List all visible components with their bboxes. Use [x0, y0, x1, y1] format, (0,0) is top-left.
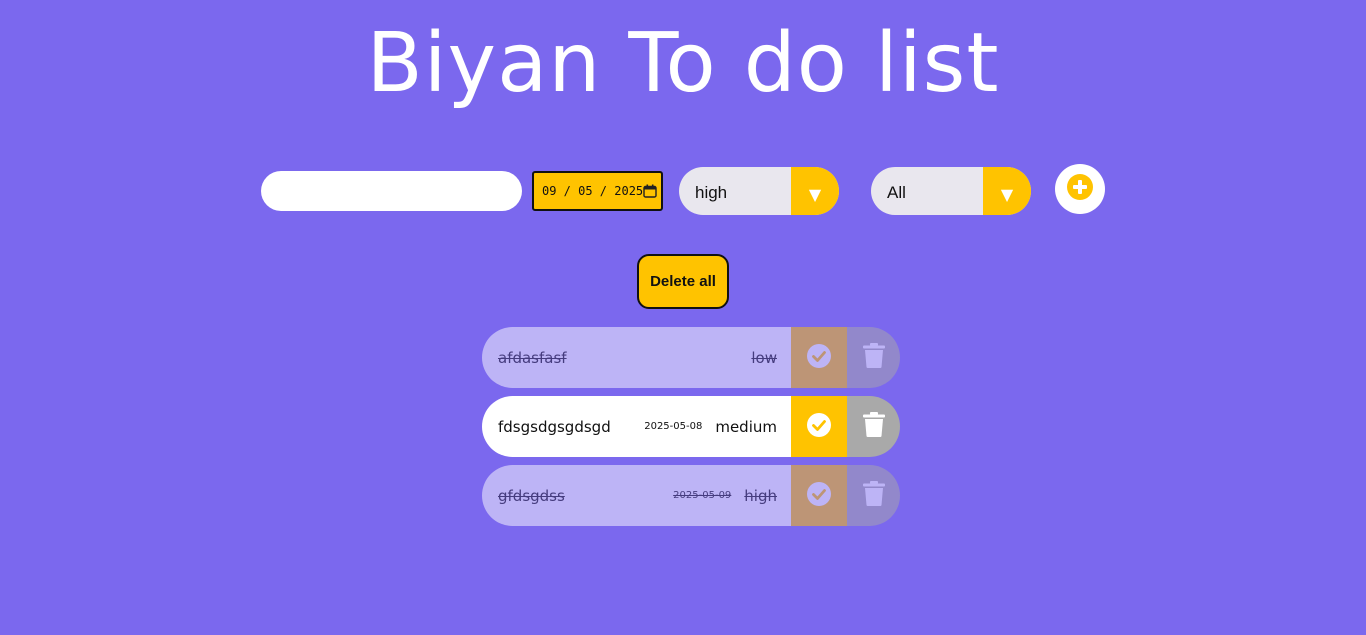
todo-input[interactable] [261, 171, 522, 211]
trash-icon [862, 412, 885, 441]
complete-button[interactable] [791, 465, 847, 526]
date-value: 09 / 05 / 2025 [542, 184, 644, 198]
delete-button[interactable] [847, 396, 900, 457]
trash-icon [862, 343, 885, 372]
todo-date: 2025-05-09 [673, 490, 732, 501]
todo-priority: low [751, 348, 777, 367]
todo-text: fdsgsdgsgdsgd [498, 417, 611, 436]
todo-item: gfdsgdss 2025-05-09 high [482, 465, 900, 526]
todo-date: 2025-05-08 [644, 421, 703, 432]
todo-item: fdsgsdgsgdsgd 2025-05-08 medium [482, 396, 900, 457]
check-circle-icon [807, 412, 831, 441]
check-circle-icon [807, 343, 831, 372]
delete-button[interactable] [847, 327, 900, 388]
complete-button[interactable] [791, 327, 847, 388]
todo-item: afdasfasf low [482, 327, 900, 388]
chevron-down-icon[interactable]: ▼ [983, 167, 1031, 215]
chevron-down-icon[interactable]: ▼ [791, 167, 839, 215]
add-todo-button[interactable] [1055, 164, 1105, 214]
todo-priority: high [744, 486, 777, 505]
todo-text: gfdsgdss [498, 486, 565, 505]
date-input[interactable]: 09 / 05 / 2025 [532, 171, 663, 211]
todo-text: afdasfasf [498, 348, 567, 367]
todo-body: gfdsgdss 2025-05-09 high [482, 465, 791, 526]
priority-select[interactable]: high ▼ [679, 167, 839, 215]
filter-select[interactable]: All ▼ [871, 167, 1031, 215]
plus-circle-icon [1067, 174, 1093, 204]
todo-body: afdasfasf low [482, 327, 791, 388]
calendar-icon[interactable] [643, 184, 657, 198]
complete-button[interactable] [791, 396, 847, 457]
delete-all-button[interactable]: Delete all [637, 254, 729, 309]
todo-body: fdsgsdgsgdsgd 2025-05-08 medium [482, 396, 791, 457]
todo-priority: medium [715, 417, 777, 436]
page-title: Biyan To do list [366, 16, 1000, 111]
priority-select-value: high [695, 183, 728, 202]
delete-button[interactable] [847, 465, 900, 526]
check-circle-icon [807, 481, 831, 510]
trash-icon [862, 481, 885, 510]
filter-select-value: All [887, 183, 906, 202]
